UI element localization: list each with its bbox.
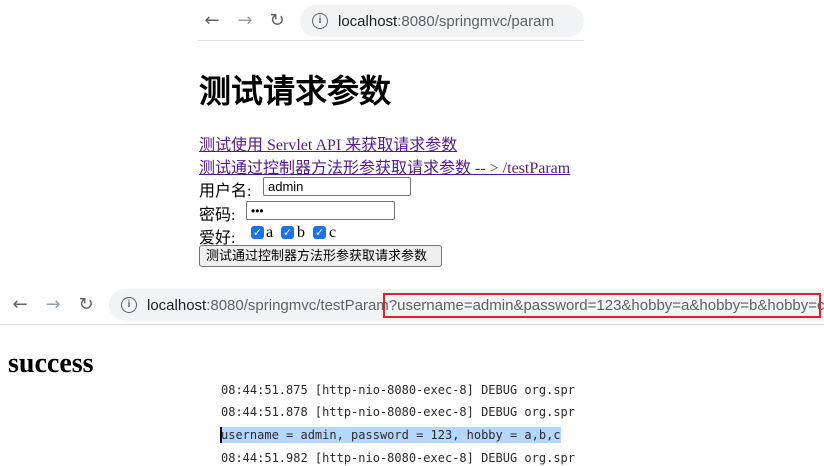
link-servlet-api[interactable]: 测试使用 Servlet API 来获取请求参数: [199, 131, 457, 155]
url-path: :8080/springmvc/param: [397, 12, 554, 30]
hobby-label-b: b: [297, 224, 305, 241]
password-input[interactable]: [246, 201, 395, 220]
reload-icon[interactable]: ↻: [75, 295, 97, 315]
back-icon[interactable]: ←: [201, 11, 223, 31]
console-log-line-selected[interactable]: username = admin, password = 123, hobby …: [221, 427, 561, 443]
toolbar-divider: [0, 324, 824, 325]
username-label: 用户名:: [199, 183, 252, 200]
password-label: 密码:: [199, 207, 236, 224]
url-host: localhost: [338, 12, 398, 30]
info-icon[interactable]: i: [312, 13, 328, 29]
success-text: success: [8, 348, 94, 379]
query-highlight-box: [383, 293, 821, 318]
hobby-checkbox-c[interactable]: ✓: [313, 226, 326, 239]
reload-icon[interactable]: ↻: [266, 11, 288, 31]
toolbar-divider: [198, 40, 584, 41]
hobby-label-c: c: [329, 224, 337, 241]
forward-icon[interactable]: →: [42, 295, 64, 315]
console-log-line: 08:44:51.875 [http-nio-8080-exec-8] DEBU…: [221, 383, 576, 397]
url-path: :8080/springmvc/testParam: [206, 296, 389, 314]
back-icon[interactable]: ←: [9, 295, 31, 315]
text-caret: [220, 427, 222, 443]
info-icon[interactable]: i: [121, 297, 137, 313]
hobby-checkbox-a[interactable]: ✓: [251, 226, 264, 239]
hobby-label-a: a: [266, 224, 274, 241]
link-test-param[interactable]: 测试通过控制器方法形参获取请求参数 -- > /testParam: [199, 154, 570, 178]
url-host: localhost: [147, 296, 207, 314]
username-input[interactable]: [263, 177, 411, 196]
forward-icon[interactable]: →: [234, 11, 256, 31]
hobby-checkbox-b[interactable]: ✓: [281, 226, 294, 239]
console-log-line: 08:44:51.878 [http-nio-8080-exec-8] DEBU…: [221, 405, 576, 419]
address-bar-top[interactable]: i localhost:8080/springmvc/param: [300, 5, 584, 37]
console-log-line: 08:44:51.982 [http-nio-8080-exec-8] DEBU…: [221, 451, 576, 465]
page-title: 测试请求参数: [199, 73, 392, 109]
submit-button[interactable]: 测试通过控制器方法形参获取请求参数: [199, 245, 442, 267]
